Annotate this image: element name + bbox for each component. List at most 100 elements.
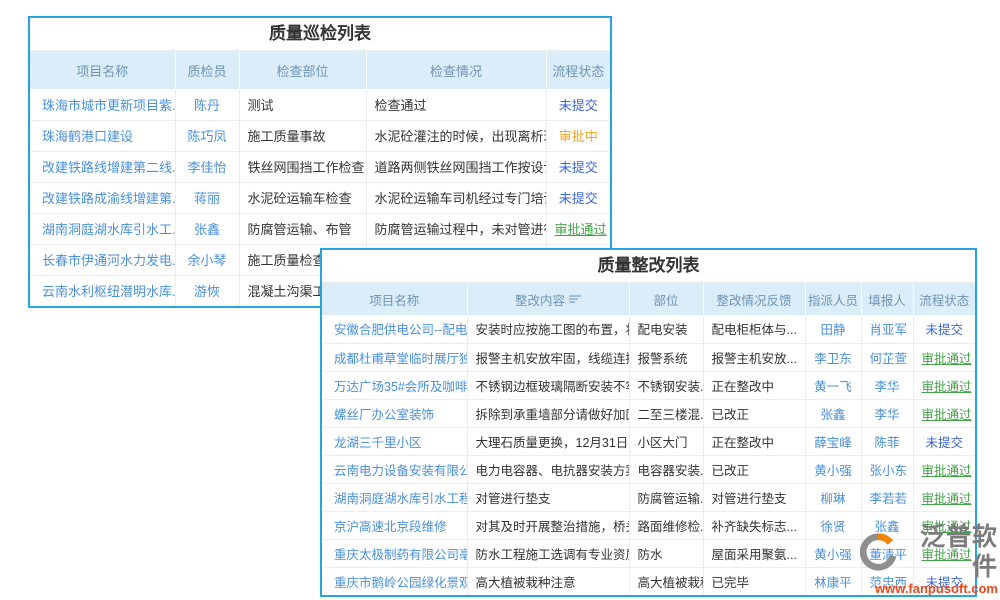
- reporter-link[interactable]: 李华: [861, 371, 913, 399]
- content-cell: 大理石质量更换，12月31日之...: [467, 427, 629, 455]
- part-cell: 二至三楼混...: [629, 399, 703, 427]
- col-header-project: 项目名称: [322, 283, 467, 315]
- status-badge[interactable]: 未提交: [546, 182, 610, 213]
- status-badge[interactable]: 审批通过: [913, 343, 975, 371]
- table-row: 安徽合肥供电公司--配电设备...安装时应按施工图的布置，将...配电安装配电柜…: [322, 315, 975, 343]
- part-cell: 小区大门: [629, 427, 703, 455]
- col-header-part: 部位: [629, 283, 703, 315]
- project-link[interactable]: 万达广场35#会所及咖啡厅空...: [322, 371, 467, 399]
- reporter-link[interactable]: 李若若: [861, 483, 913, 511]
- col-header-feedback: 整改情况反馈: [703, 283, 805, 315]
- content-cell: 拆除到承重墙部分请做好加固...: [467, 399, 629, 427]
- project-link[interactable]: 螺丝厂办公室装饰: [322, 399, 467, 427]
- project-link[interactable]: 湖南洞庭湖水库引水工...: [30, 213, 175, 244]
- content-cell: 高大植被栽种注意: [467, 567, 629, 595]
- col-header-content-label: 整改内容: [515, 294, 565, 308]
- assignee-link[interactable]: 张鑫: [805, 399, 861, 427]
- part-cell: 不锈钢安装...: [629, 371, 703, 399]
- part-cell: 施工质量事故: [239, 120, 366, 151]
- project-link[interactable]: 成都杜甫草堂临时展厅独立展...: [322, 343, 467, 371]
- project-link[interactable]: 珠海鹤港口建设: [30, 120, 175, 151]
- col-header-content-sortable[interactable]: 整改内容: [467, 283, 629, 315]
- content-cell: 对管进行垫支: [467, 483, 629, 511]
- status-badge[interactable]: 审批中: [546, 120, 610, 151]
- assignee-link[interactable]: 林康平: [805, 567, 861, 595]
- feedback-cell: 已完毕: [703, 567, 805, 595]
- status-badge[interactable]: 未提交: [546, 89, 610, 120]
- inspector-link[interactable]: 李佳怡: [175, 151, 239, 182]
- assignee-link[interactable]: 李卫东: [805, 343, 861, 371]
- inspection-header-row: 项目名称 质检员 检查部位 检查情况 流程状态: [30, 51, 610, 89]
- fanpu-logo-icon: [858, 533, 896, 571]
- project-link[interactable]: 安徽合肥供电公司--配电设备...: [322, 315, 467, 343]
- status-badge[interactable]: 审批通过: [913, 483, 975, 511]
- part-cell: 电容器安装...: [629, 455, 703, 483]
- content-cell: 安装时应按施工图的布置，将...: [467, 315, 629, 343]
- inspection-list-title: 质量巡检列表: [30, 18, 610, 51]
- assignee-link[interactable]: 薛宝峰: [805, 427, 861, 455]
- situation-cell: 检查通过: [366, 89, 546, 120]
- status-badge[interactable]: 未提交: [546, 151, 610, 182]
- status-badge[interactable]: 审批通过: [913, 455, 975, 483]
- col-header-situation: 检查情况: [366, 51, 546, 89]
- project-link[interactable]: 湖南洞庭湖水库引水工程施工标: [322, 483, 467, 511]
- content-cell: 不锈钢边框玻璃隔断安装不牢...: [467, 371, 629, 399]
- status-badge[interactable]: 未提交: [913, 315, 975, 343]
- sort-icon[interactable]: [569, 295, 581, 306]
- assignee-link[interactable]: 黄一飞: [805, 371, 861, 399]
- assignee-link[interactable]: 田静: [805, 315, 861, 343]
- project-link[interactable]: 京沪高速北京段维修: [322, 511, 467, 539]
- part-cell: 防腐管运输、布管: [239, 213, 366, 244]
- project-link[interactable]: 重庆太极制药有限公司亳州中...: [322, 539, 467, 567]
- brand-name: 泛普软件: [898, 522, 998, 582]
- project-link[interactable]: 改建铁路成渝线增建第...: [30, 182, 175, 213]
- project-link[interactable]: 重庆市鹅岭公园绿化景观提升...: [322, 567, 467, 595]
- table-row: 螺丝厂办公室装饰拆除到承重墙部分请做好加固...二至三楼混...已改正张鑫李华审…: [322, 399, 975, 427]
- reporter-link[interactable]: 肖亚军: [861, 315, 913, 343]
- feedback-cell: 配电柜柜体与...: [703, 315, 805, 343]
- col-header-reporter: 填报人: [861, 283, 913, 315]
- inspector-link[interactable]: 游恢: [175, 275, 239, 306]
- content-cell: 防水工程施工选调有专业资质...: [467, 539, 629, 567]
- part-cell: 高大植被栽种: [629, 567, 703, 595]
- project-link[interactable]: 改建铁路线增建第二线...: [30, 151, 175, 182]
- inspector-link[interactable]: 蒋丽: [175, 182, 239, 213]
- table-row: 湖南洞庭湖水库引水工...张鑫防腐管运输、布管防腐管运输过程中，未对管进行...…: [30, 213, 610, 244]
- col-header-assignee: 指派人员: [805, 283, 861, 315]
- assignee-link[interactable]: 柳琳: [805, 483, 861, 511]
- feedback-cell: 屋面采用聚氨...: [703, 539, 805, 567]
- part-cell: 测试: [239, 89, 366, 120]
- inspector-link[interactable]: 陈丹: [175, 89, 239, 120]
- inspector-link[interactable]: 陈巧凤: [175, 120, 239, 151]
- reporter-link[interactable]: 陈菲: [861, 427, 913, 455]
- table-row: 湖南洞庭湖水库引水工程施工标对管进行垫支防腐管运输...对管进行垫支柳琳李若若审…: [322, 483, 975, 511]
- inspector-link[interactable]: 张鑫: [175, 213, 239, 244]
- table-row: 珠海鹤港口建设陈巧凤施工质量事故水泥砼灌注的时候，出现离析现象审批中: [30, 120, 610, 151]
- situation-cell: 水泥砼运输车司机经过专门培训...: [366, 182, 546, 213]
- situation-cell: 防腐管运输过程中，未对管进行...: [366, 213, 546, 244]
- status-badge[interactable]: 审批通过: [913, 371, 975, 399]
- project-link[interactable]: 长春市伊通河水力发电...: [30, 244, 175, 275]
- assignee-link[interactable]: 黄小强: [805, 539, 861, 567]
- table-row: 珠海市城市更新项目紫...陈丹测试检查通过未提交: [30, 89, 610, 120]
- project-link[interactable]: 龙湖三千里小区: [322, 427, 467, 455]
- part-cell: 防腐管运输...: [629, 483, 703, 511]
- situation-cell: 道路两侧铁丝网围挡工作按设计...: [366, 151, 546, 182]
- project-link[interactable]: 云南水利枢纽潜明水库...: [30, 275, 175, 306]
- assignee-link[interactable]: 徐贤: [805, 511, 861, 539]
- col-header-part: 检查部位: [239, 51, 366, 89]
- reporter-link[interactable]: 何芷萱: [861, 343, 913, 371]
- status-badge[interactable]: 未提交: [913, 427, 975, 455]
- assignee-link[interactable]: 黄小强: [805, 455, 861, 483]
- reporter-link[interactable]: 张小东: [861, 455, 913, 483]
- inspector-link[interactable]: 余小琴: [175, 244, 239, 275]
- table-row: 万达广场35#会所及咖啡厅空...不锈钢边框玻璃隔断安装不牢...不锈钢安装..…: [322, 371, 975, 399]
- project-link[interactable]: 云南电力设备安装有限公司20...: [322, 455, 467, 483]
- status-badge[interactable]: 审批通过: [546, 213, 610, 244]
- status-badge[interactable]: 审批通过: [913, 399, 975, 427]
- project-link[interactable]: 珠海市城市更新项目紫...: [30, 89, 175, 120]
- feedback-cell: 已改正: [703, 399, 805, 427]
- part-cell: 水泥砼运输车检查: [239, 182, 366, 213]
- brand-url: www.fanpusoft.com: [858, 582, 998, 596]
- reporter-link[interactable]: 李华: [861, 399, 913, 427]
